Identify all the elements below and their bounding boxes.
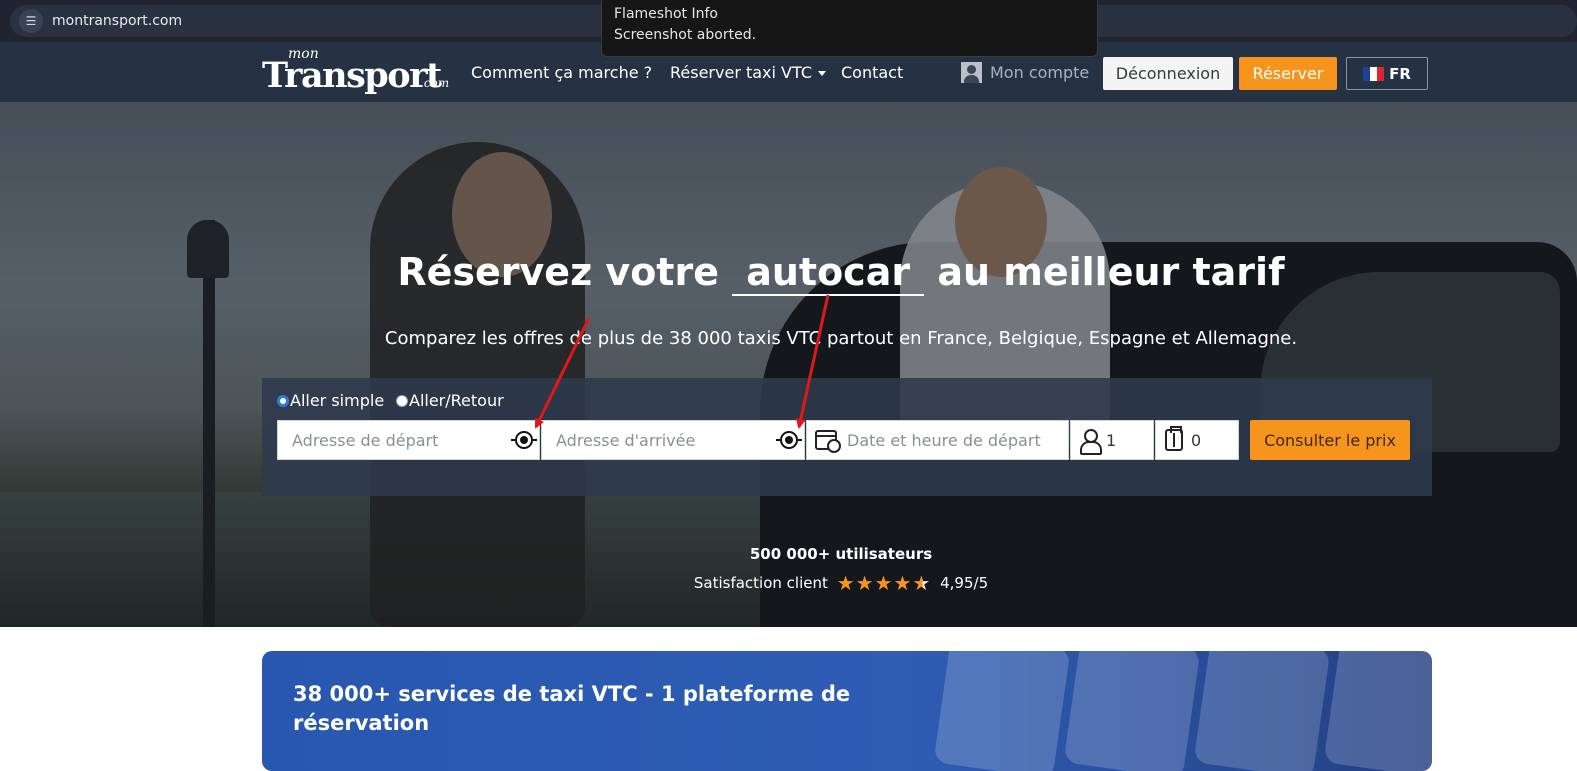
language-button[interactable]: FR bbox=[1346, 57, 1428, 90]
luggage-input[interactable] bbox=[1191, 430, 1238, 450]
card-title: 38 000+ services de taxi VTC - 1 platefo… bbox=[293, 682, 851, 735]
star-half-icon: ★ bbox=[912, 571, 932, 595]
nav-contact[interactable]: Contact bbox=[841, 63, 903, 82]
nav-book-label: Réserver taxi VTC bbox=[670, 63, 813, 82]
departure-field[interactable] bbox=[277, 420, 540, 460]
hero-subtitle: Comparez les offres de plus de 38 000 ta… bbox=[384, 328, 1298, 349]
return-label: Aller/Retour bbox=[409, 391, 504, 410]
hero-title-rotating-word: autocar bbox=[732, 250, 925, 296]
my-account-label: Mon compte bbox=[990, 63, 1090, 82]
satisfaction-label: Satisfaction client bbox=[693, 574, 828, 592]
check-price-button[interactable]: Consulter le prix bbox=[1250, 420, 1410, 460]
my-account-link[interactable]: Mon compte bbox=[961, 62, 1089, 83]
user-avatar-icon bbox=[961, 62, 982, 83]
trip-return-option[interactable]: Aller/Retour bbox=[396, 391, 504, 410]
hero-section: Réservez votre autocar au meilleur tarif… bbox=[0, 102, 1577, 627]
calendar-clock-icon bbox=[815, 430, 841, 453]
hero-title: Réservez votre autocar au meilleur tarif bbox=[0, 250, 1577, 296]
locate-arrival-icon[interactable] bbox=[776, 431, 802, 449]
notification-message: Screenshot aborted. bbox=[614, 27, 757, 43]
montransport-logo[interactable]: mon Transport .com bbox=[262, 46, 454, 98]
star-icon: ★ bbox=[836, 571, 856, 595]
notification-title: Flameshot Info bbox=[614, 6, 718, 22]
one-way-label: Aller simple bbox=[290, 391, 385, 410]
rating-stars: ★★★★★ bbox=[837, 571, 932, 595]
arrival-field[interactable] bbox=[541, 420, 805, 460]
tune-icon[interactable]: ☰ bbox=[19, 9, 43, 33]
passengers-field[interactable] bbox=[1070, 420, 1154, 460]
caret-down-icon bbox=[818, 71, 827, 76]
logo-com-text: .com bbox=[420, 76, 450, 90]
date-input[interactable] bbox=[847, 430, 1068, 450]
return-radio[interactable] bbox=[396, 394, 408, 407]
passenger-icon bbox=[1080, 429, 1102, 455]
nav-book-taxi-dropdown[interactable]: Réserver taxi VTC bbox=[670, 63, 827, 82]
arrival-input[interactable] bbox=[556, 430, 774, 450]
url-text[interactable]: montransport.com bbox=[52, 13, 182, 29]
flameshot-notification: Flameshot Info Screenshot aborted. bbox=[601, 0, 1098, 57]
locate-departure-icon[interactable] bbox=[511, 431, 537, 449]
hero-title-end: au meilleur tarif bbox=[937, 250, 1285, 294]
language-label: FR bbox=[1389, 64, 1411, 83]
partner-logo-tile bbox=[1063, 651, 1201, 771]
one-way-radio[interactable] bbox=[277, 394, 289, 407]
partner-logo-tile bbox=[1193, 651, 1331, 771]
users-count: 500 000+ utilisateurs bbox=[749, 545, 933, 563]
reserve-button[interactable]: Réserver bbox=[1239, 57, 1337, 90]
departure-input[interactable] bbox=[292, 430, 509, 450]
star-icon: ★ bbox=[893, 571, 913, 595]
platform-feature-card: 38 000+ services de taxi VTC - 1 platefo… bbox=[262, 651, 1432, 771]
date-field[interactable] bbox=[806, 420, 1069, 460]
luggage-icon bbox=[1165, 426, 1183, 451]
rating-value: 4,95/5 bbox=[940, 574, 989, 592]
hero-title-start: Réservez votre bbox=[397, 250, 719, 294]
partner-logo-tile bbox=[1323, 651, 1432, 771]
partner-logo-tile bbox=[933, 651, 1071, 771]
logo-transport-text: Transport bbox=[262, 55, 442, 96]
france-flag-icon bbox=[1363, 66, 1385, 81]
luggage-field[interactable] bbox=[1155, 420, 1239, 460]
trip-one-way-option[interactable]: Aller simple bbox=[277, 391, 384, 410]
nav-how-it-works[interactable]: Comment ça marche ? bbox=[471, 63, 652, 82]
customer-satisfaction: Satisfaction client ★★★★★ 4,95/5 bbox=[0, 571, 1577, 595]
star-icon: ★ bbox=[874, 571, 894, 595]
logout-button[interactable]: Déconnexion bbox=[1103, 57, 1233, 90]
booking-form: Aller simple Aller/Retour Consulter le p… bbox=[262, 378, 1432, 496]
star-icon: ★ bbox=[855, 571, 875, 595]
passengers-input[interactable] bbox=[1106, 430, 1153, 450]
